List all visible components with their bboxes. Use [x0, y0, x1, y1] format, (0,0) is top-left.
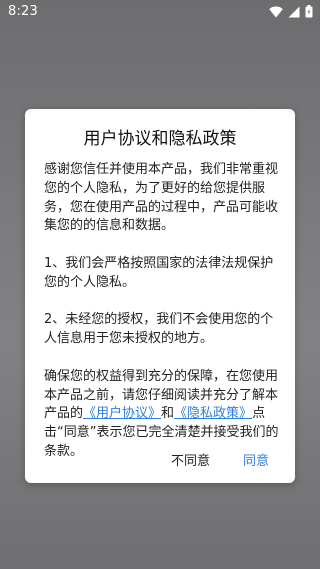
privacy-policy-link[interactable]: 《隐私政策》	[174, 406, 252, 421]
user-agreement-link[interactable]: 《用户协议》	[83, 406, 161, 421]
consent-and: 和	[161, 406, 175, 422]
battery-icon	[305, 5, 313, 18]
privacy-dialog: 用户协议和隐私政策 感谢您信任并使用本产品，我们非常重视您的个人隐私，为了更好的…	[25, 109, 295, 483]
status-icons	[269, 5, 313, 18]
cellular-signal-icon	[288, 6, 300, 18]
wifi-icon	[269, 6, 283, 18]
clause-1-paragraph: 1、我们会严格按照国家的法律法规保护您的个人隐私。	[44, 255, 274, 290]
dialog-title: 用户协议和隐私政策	[83, 129, 237, 149]
intro-paragraph: 感谢您信任并使用本产品，我们非常重视您的个人隐私，为了更好的给您提供服务，您在使…	[44, 162, 279, 234]
disagree-button[interactable]: 不同意	[171, 450, 210, 469]
clause-2-paragraph: 2、未经您的授权，我们不会使用您的个人信息用于您未授权的地方。	[44, 312, 274, 347]
dialog-actions: 不同意 同意	[25, 450, 295, 470]
agree-button[interactable]: 同意	[243, 450, 269, 469]
dialog-body: 感谢您信任并使用本产品，我们非常重视您的个人隐私，为了更好的给您提供服务，您在使…	[44, 161, 282, 462]
status-time: 8:23	[8, 4, 38, 19]
consent-paragraph: 确保您的权益得到充分的保障，在您使用本产品之前，请您仔细阅读并充分了解本产品的《…	[44, 368, 282, 462]
status-bar: 8:23	[0, 0, 320, 24]
